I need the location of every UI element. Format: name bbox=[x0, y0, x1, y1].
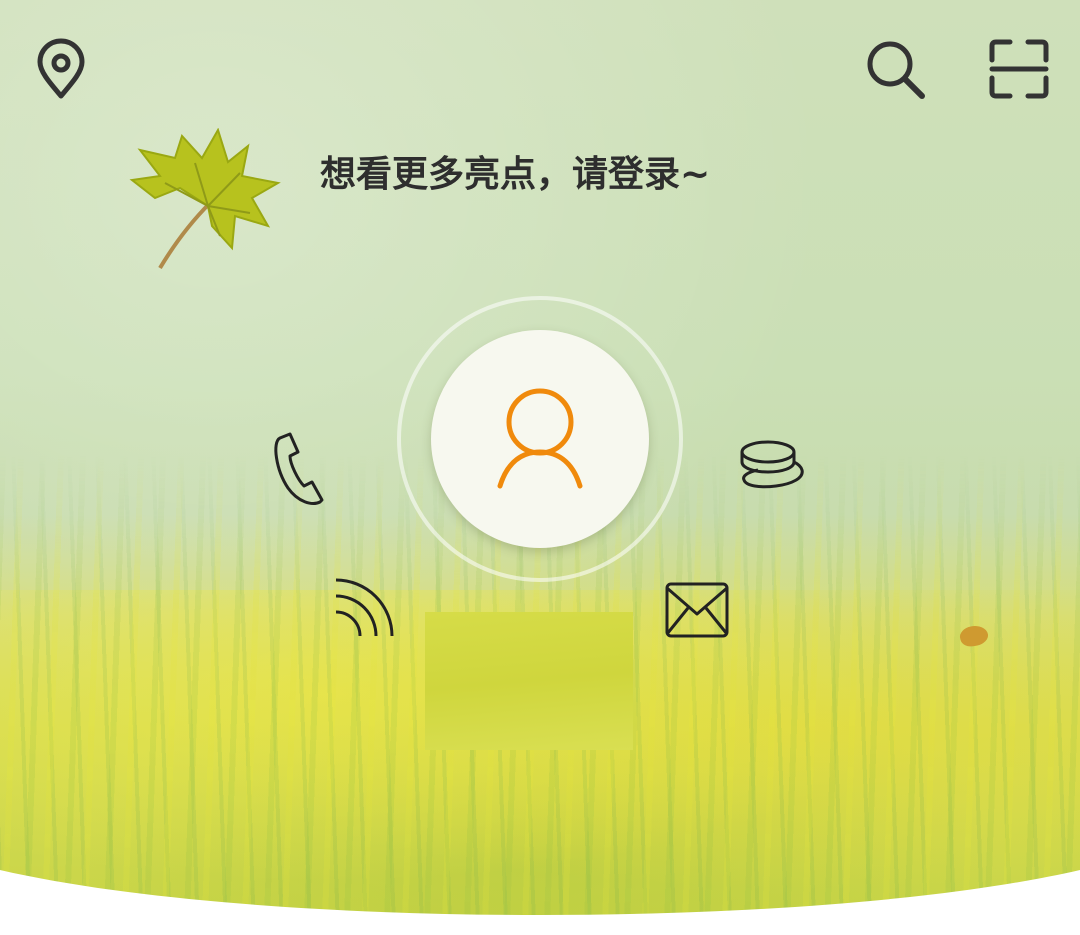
signal-icon[interactable] bbox=[332, 574, 398, 640]
location-pin-icon[interactable] bbox=[30, 38, 92, 100]
coins-icon[interactable] bbox=[738, 436, 808, 494]
login-banner: 想看更多亮点，请登录~ bbox=[0, 0, 1080, 935]
maple-leaf-icon bbox=[129, 128, 281, 270]
scan-icon[interactable] bbox=[988, 38, 1050, 100]
user-icon bbox=[497, 388, 583, 489]
mail-icon[interactable] bbox=[664, 580, 730, 638]
search-icon[interactable] bbox=[864, 38, 926, 100]
phone-icon[interactable] bbox=[270, 430, 326, 508]
login-avatar-button[interactable] bbox=[431, 330, 649, 548]
login-prompt-text: 想看更多亮点，请登录~ bbox=[320, 154, 711, 195]
blurred-area bbox=[425, 612, 633, 750]
